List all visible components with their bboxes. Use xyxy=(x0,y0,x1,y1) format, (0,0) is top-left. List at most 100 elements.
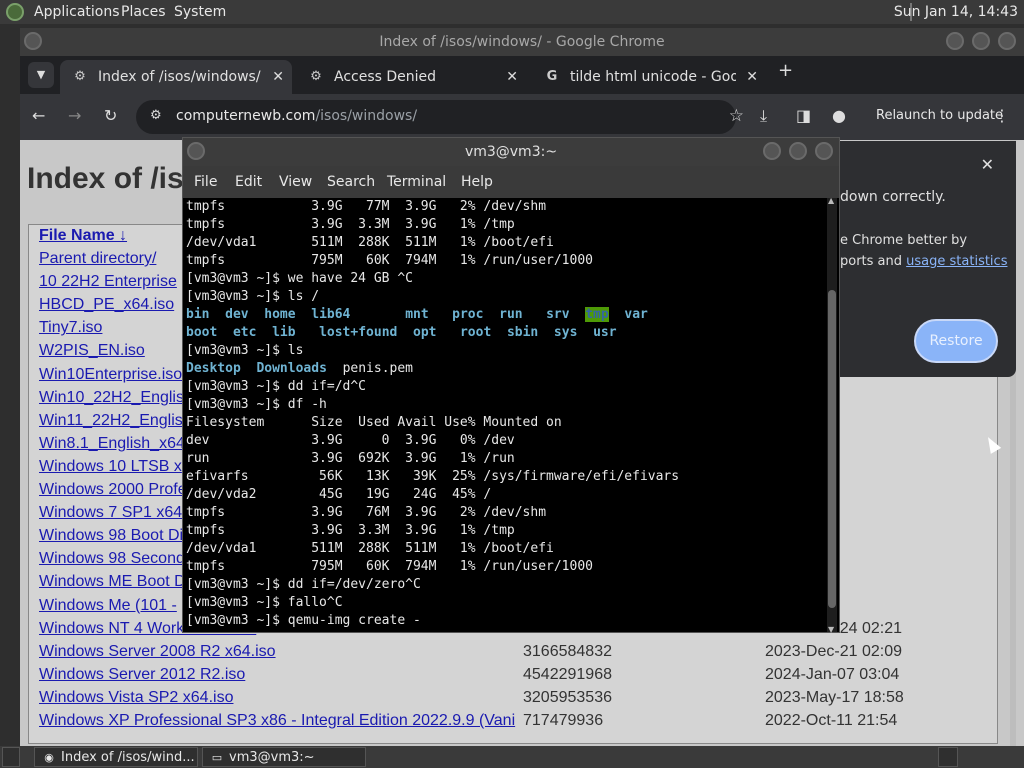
terminal-scroll-thumb[interactable] xyxy=(828,290,836,608)
distro-logo-icon[interactable] xyxy=(6,3,24,21)
ls-entry: root xyxy=(459,325,492,340)
browser-toolbar: ← → ↻ ⚙ computernewb.com/isos/windows/ ☆… xyxy=(20,94,1024,140)
file-link[interactable]: Win10Enterprise.iso xyxy=(39,366,182,384)
menu-system[interactable]: System xyxy=(174,4,226,20)
restore-button[interactable]: Restore xyxy=(914,319,998,363)
close-icon[interactable]: ✕ xyxy=(981,155,994,174)
ls-entry: lost+found xyxy=(319,325,398,340)
file-link[interactable]: Windows 7 SP1 x64 xyxy=(39,504,182,522)
popup-message-3: ports and usage statistics xyxy=(840,254,1007,269)
close-window-button[interactable] xyxy=(998,32,1016,50)
relaunch-button[interactable]: Relaunch to update xyxy=(876,108,1003,123)
ls-entry: dev xyxy=(225,307,249,322)
terminal-menu-file[interactable]: File xyxy=(194,174,217,190)
close-tab-icon[interactable]: ✕ xyxy=(506,60,518,94)
close-tab-icon[interactable]: ✕ xyxy=(746,60,758,94)
forward-icon[interactable]: → xyxy=(68,106,81,125)
new-tab-icon[interactable]: + xyxy=(778,60,793,81)
terminal-line: tmpfs 3.9G 76M 3.9G 2% /dev/shm xyxy=(186,505,547,520)
restore-pages-popup: ✕ down correctly. e Chrome better by por… xyxy=(822,141,1016,377)
show-desktop-button[interactable] xyxy=(2,747,20,767)
window-menu-button[interactable] xyxy=(187,142,205,160)
minimize-button[interactable] xyxy=(763,142,781,160)
file-link[interactable]: Parent directory/ xyxy=(39,250,156,268)
terminal-icon: ▭ xyxy=(211,751,223,764)
site-info-icon[interactable]: ⚙ xyxy=(150,108,162,123)
file-link[interactable]: Win8.1_English_x64 xyxy=(39,435,185,453)
file-link[interactable]: Windows Vista SP2 x64.iso xyxy=(39,689,233,707)
file-link[interactable]: Windows ME Boot D xyxy=(39,573,186,591)
side-panel-icon[interactable]: ◨ xyxy=(796,106,811,125)
terminal-line: /dev/vda1 511M 288K 511M 1% /boot/efi xyxy=(186,541,554,556)
workspace-switcher[interactable] xyxy=(938,747,958,767)
tab-access-denied[interactable]: ⚙ Access Denied ✕ xyxy=(296,60,526,94)
menu-places[interactable]: Places xyxy=(121,4,166,20)
file-link[interactable]: Windows 98 Second xyxy=(39,550,185,568)
tab-search-button[interactable]: ▼ xyxy=(28,62,54,88)
profile-icon[interactable]: ● xyxy=(832,106,846,125)
table-row: Windows Vista SP2 x64.iso 3205953536 2023-… xyxy=(39,689,999,712)
terminal-line: dev 3.9G 0 3.9G 0% /dev xyxy=(186,433,515,448)
tab-title: Index of /isos/windows/ xyxy=(98,69,261,85)
close-tab-icon[interactable]: ✕ xyxy=(272,60,284,94)
tab-google-search[interactable]: G tilde html unicode - Google S ✕ xyxy=(532,60,766,94)
terminal-menubar: File Edit View Search Terminal Help xyxy=(183,166,839,198)
ls-entry: lib64 xyxy=(311,307,351,322)
tab-index-of-isos[interactable]: ⚙ Index of /isos/windows/ ✕ xyxy=(60,60,292,94)
ls-entry: boot xyxy=(186,325,218,340)
terminal-menu-help[interactable]: Help xyxy=(461,174,493,190)
file-link[interactable]: Windows Me (101 - xyxy=(39,597,177,615)
window-menu-button[interactable] xyxy=(24,32,42,50)
file-link[interactable]: Win10_22H2_Englis xyxy=(39,389,184,407)
panel-clock[interactable]: Sun Jan 14, 14:43 xyxy=(894,4,1018,20)
file-link[interactable]: HBCD_PE_x64.iso xyxy=(39,296,174,314)
address-bar[interactable]: ⚙ computernewb.com/isos/windows/ ☆ xyxy=(136,100,744,134)
download-icon[interactable]: ⤓ xyxy=(760,106,767,126)
ls-entry: var xyxy=(624,307,648,322)
file-link[interactable]: Windows 98 Boot Di xyxy=(39,527,183,545)
taskbar-item-chrome[interactable]: ◉ Index of /isos/wind... xyxy=(34,747,198,767)
popup-message-3-text: ports and xyxy=(840,254,907,269)
file-link[interactable]: Tiny7.iso xyxy=(39,319,102,337)
terminal-menu-view[interactable]: View xyxy=(279,174,312,190)
table-row: Windows Server 2008 R2 x64.iso 3166584832… xyxy=(39,643,999,666)
terminal-menu-terminal[interactable]: Terminal xyxy=(387,174,446,190)
file-link[interactable]: Windows 10 LTSB x xyxy=(39,458,182,476)
terminal-scrollbar[interactable]: ▲ ▼ xyxy=(827,196,837,634)
scroll-up-icon[interactable]: ▲ xyxy=(828,196,834,205)
terminal-line: tmpfs 795M 60K 794M 1% /run/user/1000 xyxy=(186,253,593,268)
minimize-button[interactable] xyxy=(946,32,964,50)
column-header-file-name[interactable]: File Name ↓ xyxy=(39,227,127,245)
maximize-button[interactable] xyxy=(789,142,807,160)
terminal-line: tmpfs 3.9G 3.3M 3.9G 1% /tmp xyxy=(186,217,515,232)
ls-entry: penis.pem xyxy=(342,361,414,376)
file-link[interactable]: W2PIS_EN.iso xyxy=(39,342,145,360)
bookmark-star-icon[interactable]: ☆ xyxy=(729,106,744,126)
terminal-menu-search[interactable]: Search xyxy=(327,174,375,190)
scroll-down-icon[interactable]: ▼ xyxy=(828,625,834,634)
maximize-button[interactable] xyxy=(972,32,990,50)
menu-applications[interactable]: Applications xyxy=(34,4,120,20)
file-link[interactable]: Windows Server 2008 R2 x64.iso xyxy=(39,643,276,661)
terminal-menu-edit[interactable]: Edit xyxy=(235,174,262,190)
page-title: Index of /is xyxy=(27,162,184,195)
file-link[interactable]: Windows Server 2012 R2.iso xyxy=(39,666,245,684)
terminal-line: [vm3@vm3 ~]$ ls / xyxy=(186,289,320,304)
terminal-title-bar[interactable]: vm3@vm3:~ xyxy=(183,138,839,166)
back-icon[interactable]: ← xyxy=(32,106,45,125)
terminal-line: tmpfs 3.9G 77M 3.9G 2% /dev/shm xyxy=(186,199,547,214)
reload-icon[interactable]: ↻ xyxy=(104,106,117,125)
file-link[interactable]: Windows 2000 Profe xyxy=(39,481,187,499)
more-menu-icon[interactable]: ⋮ xyxy=(994,106,1010,125)
file-link[interactable]: Windows XP Professional SP3 x86 - Integr… xyxy=(39,712,515,730)
usage-statistics-link[interactable]: usage statistics xyxy=(906,254,1007,269)
file-link[interactable]: Win11_22H2_Englis xyxy=(39,412,183,430)
terminal-line: [vm3@vm3 ~]$ df -h xyxy=(186,397,327,412)
chrome-title-bar[interactable]: Index of /isos/windows/ - Google Chrome xyxy=(20,28,1024,56)
close-window-button[interactable] xyxy=(815,142,833,160)
taskbar-item-terminal[interactable]: ▭ vm3@vm3:~ xyxy=(202,747,366,767)
ls-entry: Desktop xyxy=(186,361,241,376)
terminal-line: run 3.9G 692K 3.9G 1% /run xyxy=(186,451,515,466)
terminal-output[interactable]: tmpfs 3.9G 77M 3.9G 2% /dev/shm tmpfs 3.9… xyxy=(186,198,826,632)
file-link[interactable]: 10 22H2 Enterprise xyxy=(39,273,177,291)
